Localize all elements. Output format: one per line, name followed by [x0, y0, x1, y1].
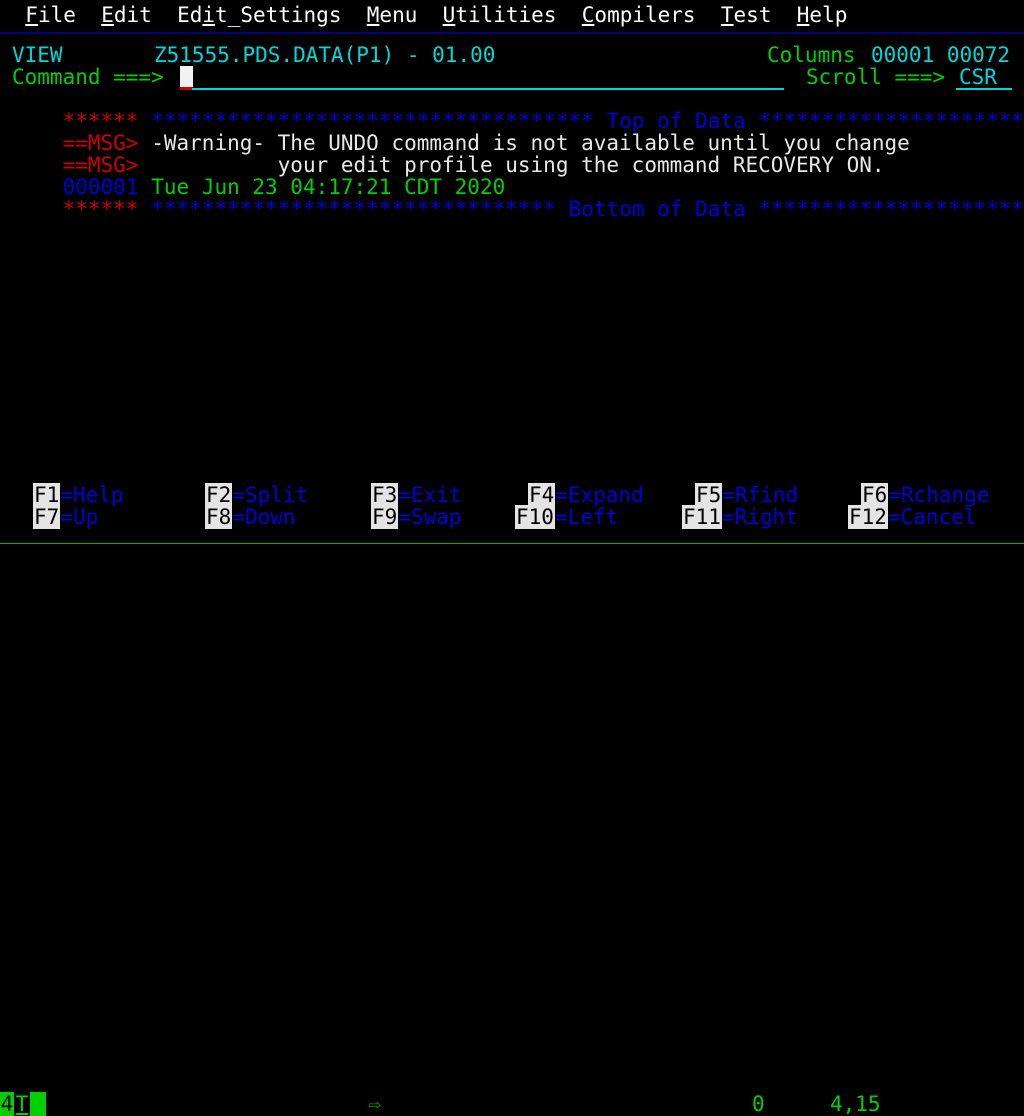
- session-number-badge[interactable]: 4: [0, 1092, 14, 1116]
- menu-item-compilers[interactable]: Compilers: [582, 3, 696, 27]
- menu-mnemonic: E: [101, 3, 114, 27]
- menu-mnemonic: T: [720, 3, 734, 27]
- columns-label: Columns: [767, 43, 856, 67]
- function-key-label: =Left: [554, 505, 619, 529]
- scroll-value[interactable]: CSR: [959, 66, 997, 88]
- terminal-indicator: T: [15, 1092, 29, 1116]
- function-key-f11[interactable]: F11=Right: [682, 505, 798, 529]
- menu-mnemonic: H: [796, 3, 810, 27]
- right-arrow-icon: ⇨: [368, 1092, 381, 1116]
- bottom-of-data-row: ****** ******************************** Bo…: [12, 176, 1024, 242]
- function-key-label: =Up: [60, 505, 99, 529]
- function-key-chip: F9: [371, 505, 399, 529]
- function-key-label: =Expand: [555, 483, 644, 507]
- function-key-chip: F2: [205, 483, 233, 507]
- function-key-f10[interactable]: F10=Left: [515, 505, 619, 529]
- dataset-name: Z51555.PDS.DATA(P1) - 01.00: [154, 43, 496, 67]
- menu-item-utilities[interactable]: Utilities: [443, 3, 557, 27]
- status-counter: 0: [752, 1092, 765, 1116]
- bottom-of-data-label: Bottom of Data: [568, 197, 746, 221]
- menu-item-menu[interactable]: Menu: [367, 3, 418, 27]
- menu-divider: [0, 32, 1024, 34]
- function-key-label: =Rchange: [888, 483, 990, 507]
- bottom-of-data-right-fill: **************************: [758, 197, 1024, 221]
- function-key-f7[interactable]: F7=Up: [33, 505, 99, 529]
- function-key-f2[interactable]: F2=Split: [205, 483, 309, 507]
- function-key-label: =Rfind: [722, 483, 799, 507]
- function-key-label: =Exit: [398, 483, 462, 507]
- function-key-label: =Split: [232, 483, 309, 507]
- menu-item-edit_settings[interactable]: Edit_Settings: [177, 3, 341, 27]
- function-key-f12[interactable]: F12=Cancel: [848, 505, 977, 529]
- function-key-bar: F1=Help F2=Split F3=Exit F4=Expand F5=Rfind F…: [0, 483, 1024, 536]
- function-key-chip: F1: [33, 483, 61, 507]
- menu-item-edit[interactable]: Edit: [101, 3, 152, 27]
- menu-item-file[interactable]: File: [25, 3, 76, 27]
- function-key-label: =Right: [721, 505, 798, 529]
- menu-item-help[interactable]: Help: [797, 3, 848, 27]
- command-cursor: [180, 66, 193, 87]
- scroll-label: Scroll ===>: [806, 65, 946, 89]
- function-key-f9[interactable]: F9=Swap: [371, 505, 462, 529]
- cursor-position: 4,15: [830, 1092, 881, 1116]
- function-key-chip: F8: [205, 505, 233, 529]
- function-key-chip: F6: [861, 483, 889, 507]
- status-cursor-block: [30, 1092, 46, 1116]
- bottom-of-data-left-fill: ********************************: [151, 197, 556, 221]
- function-key-chip: F7: [33, 505, 61, 529]
- function-key-f8[interactable]: F8=Down: [205, 505, 296, 529]
- bottom-of-data-prefix: ******: [62, 197, 139, 221]
- terminal-screen: File Edit Edit_Settings Menu Utilities C…: [0, 0, 1024, 1116]
- function-key-label: =Swap: [398, 505, 462, 529]
- function-key-chip: F3: [371, 483, 399, 507]
- command-label: Command ===>: [12, 65, 164, 89]
- columns-value: 00001 00072: [871, 43, 1011, 67]
- function-key-label: =Down: [232, 505, 296, 529]
- function-key-f1[interactable]: F1=Help: [33, 483, 124, 507]
- menu-mnemonic: C: [581, 3, 595, 27]
- function-key-label: =Help: [60, 483, 124, 507]
- function-key-chip: F5: [695, 483, 723, 507]
- menu-bar: File Edit Edit_Settings Menu Utilities C…: [0, 0, 1024, 30]
- function-key-f4[interactable]: F4=Expand: [528, 483, 644, 507]
- status-bar: 4 T ⇨ 0 4,15: [0, 544, 1024, 1116]
- function-key-label: =Cancel: [887, 505, 977, 529]
- function-key-f5[interactable]: F5=Rfind: [695, 483, 799, 507]
- menu-mnemonic: M: [366, 3, 380, 27]
- function-key-chip: F11: [682, 505, 722, 529]
- function-key-f6[interactable]: F6=Rchange: [861, 483, 990, 507]
- menu-mnemonic: i: [202, 3, 216, 27]
- menu-mnemonic: F: [25, 3, 38, 27]
- function-key-chip: F4: [528, 483, 556, 507]
- function-key-chip: F12: [848, 505, 888, 529]
- function-key-chip: F10: [515, 505, 555, 529]
- function-key-f3[interactable]: F3=Exit: [371, 483, 462, 507]
- menu-mnemonic: U: [442, 3, 456, 27]
- screen-mode: VIEW: [12, 43, 63, 67]
- menu-item-test[interactable]: Test: [721, 3, 772, 27]
